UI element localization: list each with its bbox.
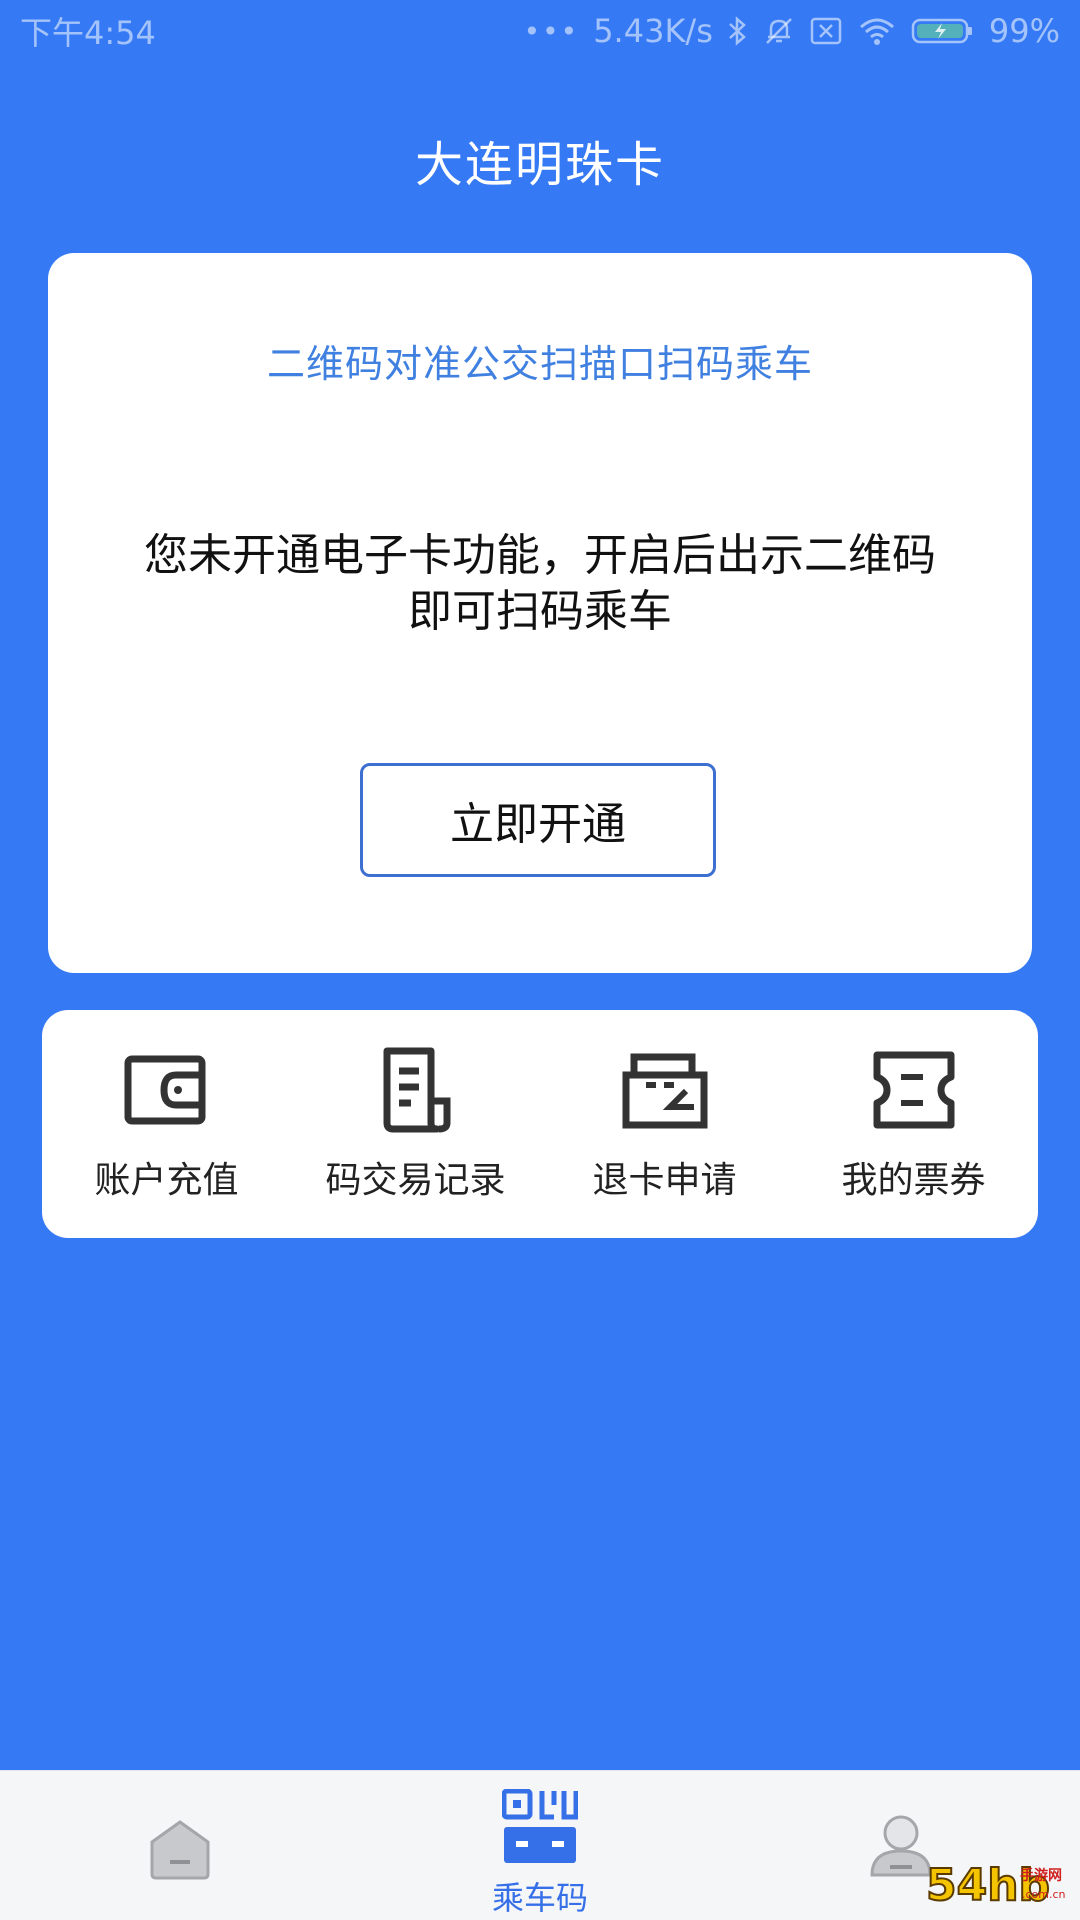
more-dots-icon: ••• xyxy=(523,14,580,48)
activation-notice: 您未开通电子卡功能，开启后出示二维码即可扫码乘车 xyxy=(144,530,936,637)
status-right: ••• 5.43K/s 99% xyxy=(524,12,1060,50)
wallet-icon xyxy=(124,1055,205,1125)
activate-now-button[interactable]: 立即开通 xyxy=(360,763,716,877)
card-return-icon xyxy=(622,1053,707,1129)
receipt-icon xyxy=(383,1047,450,1133)
sim-off-icon xyxy=(809,16,843,46)
battery-icon xyxy=(911,16,975,46)
wifi-icon xyxy=(857,15,897,47)
nav-home[interactable] xyxy=(148,1816,212,1880)
bottom-navigation: 乘车码 xyxy=(0,1770,1080,1920)
function-label: 我的票券 xyxy=(841,1160,986,1201)
function-label: 账户充值 xyxy=(94,1160,239,1201)
my-tickets-item[interactable]: 我的票券 xyxy=(804,1045,1024,1203)
scan-hint: 二维码对准公交扫描口扫码乘车 xyxy=(266,342,813,386)
page-title: 大连明珠卡 xyxy=(414,137,665,193)
watermark-logo: 54hb 手游网 .com.cn xyxy=(922,1854,1072,1914)
network-speed: 5.43K/s xyxy=(593,12,713,50)
ride-code-card: 二维码对准公交扫描口扫码乘车 您未开通电子卡功能，开启后出示二维码即可扫码乘车 … xyxy=(48,253,1032,973)
account-recharge-item[interactable]: 账户充值 xyxy=(57,1045,277,1203)
card-refund-item[interactable]: 退卡申请 xyxy=(555,1045,775,1203)
home-icon xyxy=(150,1820,210,1880)
status-time: 下午4:54 xyxy=(20,14,156,52)
function-label: 码交易记录 xyxy=(325,1160,506,1201)
nav-ride-code-label: 乘车码 xyxy=(491,1879,588,1917)
qr-code-icon xyxy=(501,1788,579,1863)
function-label: 退卡申请 xyxy=(592,1160,737,1201)
status-bar: 下午4:54 ••• 5.43K/s 99% xyxy=(0,0,1080,62)
function-panel: 账户充值 码交易记录 退卡申请 我的票券 xyxy=(42,1010,1038,1238)
battery-percent: 99% xyxy=(988,12,1060,50)
transaction-records-item[interactable]: 码交易记录 xyxy=(306,1045,526,1203)
svg-text:手游网: 手游网 xyxy=(1020,1867,1062,1884)
bluetooth-icon xyxy=(727,15,749,47)
svg-text:.com.cn: .com.cn xyxy=(1022,1888,1066,1901)
nav-ride-code[interactable]: 乘车码 xyxy=(460,1788,620,1919)
ticket-icon xyxy=(873,1051,954,1129)
mute-bell-icon xyxy=(763,15,795,47)
